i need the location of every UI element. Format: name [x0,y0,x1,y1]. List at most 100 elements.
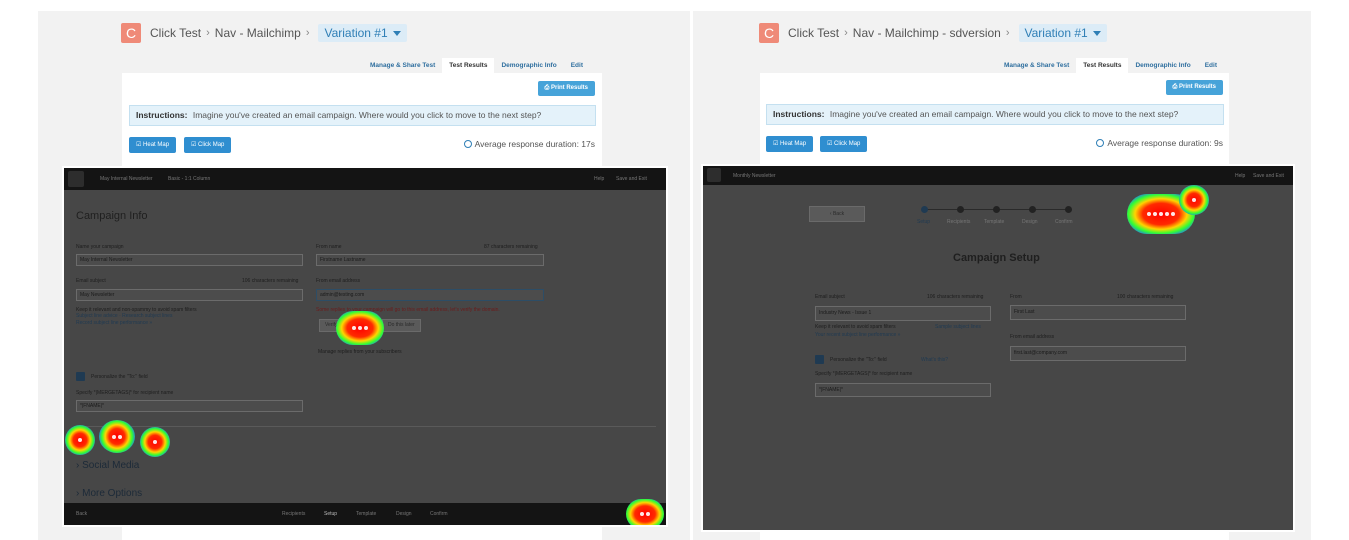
step-dot-active [921,206,928,213]
clock-icon [463,140,472,148]
mailchimp-topbar: May Internal Newsletter Basic - 1:1 Colu… [64,168,666,190]
subject-field: Industry News - Issue 1 [815,306,991,321]
tab-edit[interactable]: Edit [564,58,590,73]
duration-text: Average response duration: 17s [474,139,595,149]
from-email-label: From email address [316,278,361,284]
subject-label: Email subject [76,278,106,284]
mailchimp-footer: Back Recipients Setup Template Design Co… [64,503,666,525]
step-dot [957,206,964,213]
from-label: From [1010,294,1022,300]
step-dot [1029,206,1036,213]
campaign-name-field: May Internal Newsletter [76,254,303,266]
footer-step: Design [396,511,412,517]
instructions-label: Instructions: [773,109,825,119]
from-field: First Last [1010,305,1186,320]
subject-note: 106 characters remaining [927,294,984,300]
footer-step: Recipients [282,511,306,517]
help-link: Help [1235,173,1246,179]
breadcrumb-item[interactable]: Click Test [150,26,201,40]
tab-manage-share[interactable]: Manage & Share Test [363,58,442,73]
more-options-section: › More Options [76,488,143,499]
subject-note: 106 characters remaining [242,278,299,284]
click-map-button[interactable]: ☑ Click Map [820,136,868,152]
freddie-logo-icon [707,168,721,182]
app-logo: C [759,23,779,43]
heat-map-button[interactable]: ☑ Heat Map [766,136,814,152]
tab-test-results[interactable]: Test Results [442,58,495,73]
variation-label: Variation #1 [1024,26,1088,40]
breadcrumb-item[interactable]: Click Test [788,26,839,40]
from-email-label: From email address [1010,334,1055,340]
variation-dropdown[interactable]: Variation #1 [1018,24,1107,42]
subject-performance-link: Your recent subject line performance » [815,332,901,338]
app-logo: C [121,23,141,43]
breadcrumb-item[interactable]: Nav - Mailchimp [215,26,301,40]
sample-subject-link: Sample subject lines [935,324,981,330]
heat-map-label: Heat Map [143,142,170,148]
results-tabs: Manage & Share Test Test Results Demogra… [363,58,590,73]
back-button: ‹ Back [809,206,865,222]
merge-field: *|FNAME|* [815,383,991,397]
campaign-name: May Internal Newsletter [100,176,153,182]
tab-demographic-info[interactable]: Demographic Info [1128,58,1197,73]
whats-this-link: What's this? [921,357,949,363]
do-later-button: Do this later [382,319,421,332]
mailchimp-topbar: Monthly Newsletter Help Save and Exit [703,166,1293,185]
heatmap-screenshot: May Internal Newsletter Basic - 1:1 Colu… [62,166,668,527]
campaign-setup-heading: Campaign Setup [953,252,1040,264]
from-name-note: 87 characters remaining [484,244,538,250]
click-dots [140,427,170,457]
click-map-label: Click Map [834,141,861,147]
subject-hint: Keep it relevant to avoid spam filters [815,324,896,330]
variation-label: Variation #1 [324,26,388,40]
clock-icon [1096,139,1105,147]
heat-map-button[interactable]: ☑ Heat Map [129,137,177,153]
edit-icon: ☑ [191,142,199,148]
chevron-right-icon: › [844,27,848,39]
breadcrumb-item[interactable]: Nav - Mailchimp - sdversion [853,26,1001,40]
step-dot [1065,206,1072,213]
footer-step-active: Setup [324,511,338,517]
instructions-label: Instructions: [136,110,188,120]
back-link: Back [76,511,88,517]
print-results-button[interactable]: ⎙ Print Results [537,81,595,96]
name-label: Name your campaign [76,244,124,250]
instructions-text: Imagine you've created an email campaign… [829,109,1179,119]
right-results-panel: C Click Test › Nav - Mailchimp - sdversi… [693,11,1311,540]
step-label: Recipients [947,219,971,225]
step-label: Design [1022,219,1038,225]
step-dot [993,206,1000,213]
instructions-box: Instructions: Imagine you've created an … [766,104,1224,125]
average-duration: Average response duration: 9s [1096,138,1223,148]
subject-field: May Newsletter [76,289,303,301]
merge-field: *|FNAME|* [76,400,303,412]
tab-demographic-info[interactable]: Demographic Info [494,58,563,73]
manage-replies-note: Manage replies from your subscribers [318,349,402,355]
help-link: Help [594,176,605,182]
subject-performance-link: Record subject line performance » [76,320,153,326]
results-tabs: Manage & Share Test Test Results Demogra… [997,58,1224,73]
campaign-info-heading: Campaign Info [76,210,148,222]
from-email-field: admin@testing.com [316,289,544,301]
print-results-button[interactable]: ⎙ Print Results [1165,80,1223,95]
chevron-right-icon: › [1005,27,1010,39]
campaign-name: Monthly Newsletter [733,173,776,179]
save-exit-link: Save and Exit [616,176,647,182]
from-email-field: first.last@company.com [1010,346,1186,361]
save-exit-link: Save and Exit [1253,173,1284,179]
chevron-right-icon: › [305,27,310,39]
step-label: Confirm [1055,219,1073,225]
variation-dropdown[interactable]: Variation #1 [318,24,407,42]
checkbox-checked-icon [76,372,85,381]
click-dots [99,420,135,453]
personalize-label: Personalize the "To:" field [91,374,148,380]
heat-map-label: Heat Map [780,141,807,147]
click-map-button[interactable]: ☑ Click Map [184,137,232,153]
tab-edit[interactable]: Edit [1198,58,1224,73]
print-results-label: Print Results [1178,84,1216,90]
tab-manage-share[interactable]: Manage & Share Test [997,58,1076,73]
tab-test-results[interactable]: Test Results [1076,58,1129,73]
freddie-logo-icon [68,171,84,187]
step-label: Template [984,219,1005,225]
subject-advice-links: Subject line advice · Research subject l… [76,313,173,319]
